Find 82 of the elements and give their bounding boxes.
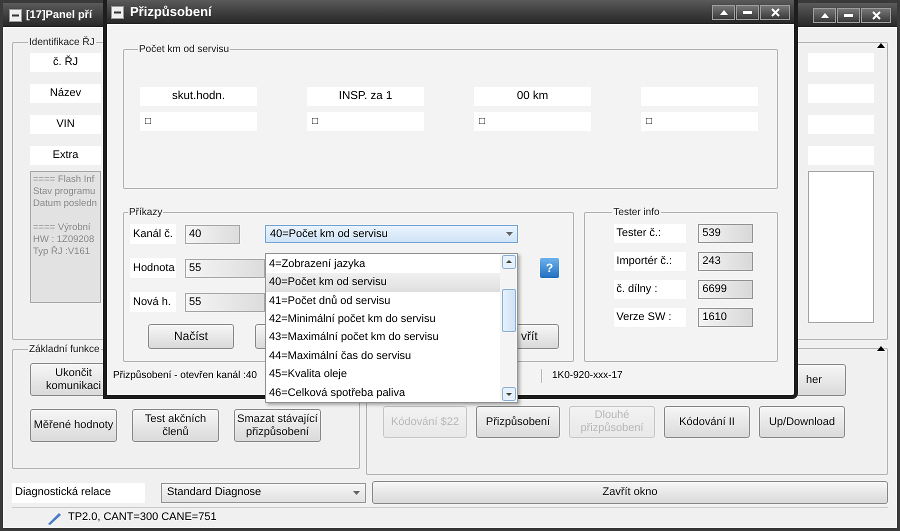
function-button[interactable]: Přizpůsobení (476, 406, 560, 438)
status-text: 1K0-920-xxx-17 (550, 369, 623, 383)
function-button[interactable]: Měřené hodnoty (30, 409, 117, 442)
info-label: Tester č.: (614, 224, 686, 243)
dropdown-option[interactable]: 41=Počet dnů od servisu (266, 292, 500, 310)
field-label: Hodnota (130, 258, 176, 278)
close-button[interactable] (760, 4, 790, 20)
session-select[interactable]: Standard Diagnose (161, 482, 366, 502)
info-line: ==== Výrobní (33, 222, 92, 234)
info-value: 539 (698, 224, 754, 243)
dropdown-caret-icon (506, 232, 513, 236)
field-label: VIN (30, 115, 101, 134)
function-button[interactable]: Smazat stávající přizpůsobení (234, 409, 321, 442)
value-field: □ (641, 112, 758, 131)
minimize-button[interactable] (837, 8, 860, 22)
info-line: Stav programu (33, 186, 96, 198)
field-label: č. ŘJ (30, 53, 101, 72)
group-title: Identifikace ŘJ (28, 35, 96, 50)
info-value: 243 (698, 252, 754, 271)
status-text: TP2.0, CANT=300 CANE=751 (68, 510, 217, 526)
dropdown-caret-icon (353, 490, 360, 494)
value-field[interactable]: 55 (185, 258, 265, 278)
read-button[interactable]: Načíst (148, 324, 234, 349)
window-menu-icon (111, 6, 124, 18)
info-line: ==== Flash Inf (33, 174, 96, 186)
collapse-icon (877, 346, 885, 351)
dropdown-option[interactable]: 45=Kvalita oleje (266, 365, 500, 384)
channel-select[interactable]: 40=Počet km od servisu (265, 225, 518, 243)
function-button[interactable]: Up/Download (759, 406, 845, 438)
group-title: Počet km od servisu (138, 43, 230, 57)
value-field: □ (307, 112, 424, 131)
info-line: HW : 1Z09208 (33, 234, 96, 246)
minus-icon (844, 14, 853, 16)
group-title: Příkazy (128, 206, 164, 220)
info-label: Importér č.: (614, 252, 686, 271)
dropdown-option[interactable]: 42=Minimální počet km do servisu (266, 310, 500, 328)
collapse-icon (877, 43, 885, 48)
channel-field[interactable]: 40 (185, 224, 240, 244)
scrollbar-thumb[interactable] (502, 289, 516, 332)
maximize-button[interactable] (712, 4, 735, 20)
field-label: Název (30, 84, 101, 103)
close-icon (872, 10, 880, 20)
dropdown-option[interactable]: 43=Maximální počet km do servisu (266, 328, 500, 347)
close-window-button[interactable]: Zavřít okno (372, 481, 888, 504)
new-value-field[interactable]: 55 (185, 292, 265, 312)
column-header: 00 km (474, 87, 591, 106)
scroll-down-icon (502, 387, 516, 401)
function-button[interactable]: Test akčních členů (132, 409, 219, 442)
close-button[interactable] (861, 8, 891, 22)
function-button[interactable]: Kódování II (664, 406, 750, 438)
info-value: 1610 (698, 308, 754, 327)
value-field: □ (474, 112, 591, 131)
value-field: □ (140, 112, 257, 131)
info-label: Verze SW : (614, 308, 686, 327)
cable-icon (46, 510, 62, 524)
minus-icon (743, 10, 752, 14)
group-title: Tester info (612, 206, 661, 220)
window-title: [17]Panel pří (26, 8, 92, 23)
triangle-up-icon (820, 12, 828, 18)
close-icon (770, 8, 780, 16)
dropdown-option[interactable]: 40=Počet km od servisu (266, 273, 500, 292)
triangle-up-icon (720, 10, 728, 14)
dropdown-option[interactable]: 4=Zobrazení jazyka (266, 255, 500, 274)
group-title: Základní funkce (28, 343, 101, 357)
column-header: INSP. za 1 (307, 87, 424, 106)
dropdown-option[interactable]: 44=Maximální čas do servisu (266, 346, 500, 366)
field-label: Kanál č. (130, 224, 176, 244)
info-line: Typ ŘJ :V161 (33, 246, 92, 258)
field-label: Extra (30, 146, 101, 165)
window-menu-icon (9, 8, 22, 22)
field-label: Nová h. (130, 292, 176, 312)
column-header: skut.hodn. (140, 87, 257, 106)
dropdown-option[interactable]: 46=Celková spotřeba paliva (266, 384, 500, 402)
scrollbar[interactable] (500, 254, 517, 402)
maximize-button[interactable] (813, 8, 836, 22)
info-value: 6699 (698, 280, 754, 299)
minimize-button[interactable] (736, 4, 759, 20)
info-line: Datum posledn (33, 198, 98, 210)
session-label: Diagnostická relace (12, 482, 145, 502)
info-label: č. dílny : (614, 280, 686, 299)
window-title: Přizpůsobení (130, 3, 212, 22)
scroll-up-icon (502, 255, 516, 269)
